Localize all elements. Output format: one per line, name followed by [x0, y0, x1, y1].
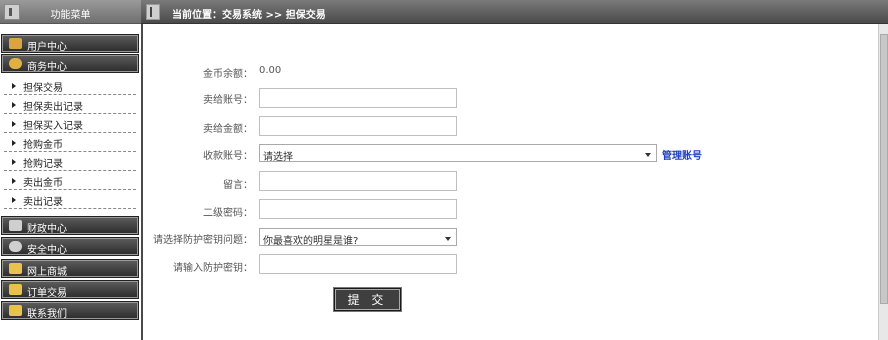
scrollbar-thumb[interactable]: [880, 34, 888, 304]
manage-account-link[interactable]: 管理账号: [662, 147, 702, 162]
sidebar-item-guarantee-sell-records[interactable]: 担保卖出记录: [4, 95, 136, 114]
sidebar-category-business-center[interactable]: 商务中心: [2, 55, 138, 73]
second-password-input[interactable]: [259, 199, 457, 219]
sidebar-category-contact-us[interactable]: 联系我们: [2, 302, 138, 320]
sidebar-category-order-trade[interactable]: 订单交易: [2, 281, 138, 299]
sidebar-item-sell-coins[interactable]: 卖出金币: [4, 171, 136, 190]
sell-account-label: 卖给账号：: [203, 95, 253, 106]
sidebar-item-label: 担保买入记录: [23, 121, 83, 132]
security-question-selected: 你最喜欢的明星是谁?: [263, 236, 359, 247]
security-question-select[interactable]: 你最喜欢的明星是谁?: [259, 228, 457, 247]
sidebar-item-label: 抢购金币: [23, 140, 63, 151]
arrow-right-icon: [12, 178, 16, 184]
breadcrumb: 当前位置：交易系统 >> 担保交易: [172, 10, 326, 21]
sidebar-item-guarantee-trade[interactable]: 担保交易: [4, 76, 136, 95]
sidebar-category-label: 联系我们: [27, 309, 67, 320]
folder-icon: [9, 305, 22, 316]
sidebar-item-rush-buy-records[interactable]: 抢购记录: [4, 152, 136, 171]
sidebar-category-finance-center[interactable]: 财政中心: [2, 217, 138, 235]
sidebar-category-security-center[interactable]: 安全中心: [2, 238, 138, 256]
sidebar-header: 功能菜单: [0, 0, 141, 24]
arrow-right-icon: [12, 140, 16, 146]
folder-icon: [9, 284, 22, 295]
security-answer-label: 请输入防护密钥：: [173, 263, 253, 274]
sidebar-item-label: 担保交易: [23, 83, 63, 94]
sidebar-item-sell-records[interactable]: 卖出记录: [4, 190, 136, 209]
dropdown-caret-icon: [645, 153, 651, 157]
sidebar-category-label: 财政中心: [27, 224, 67, 235]
dropdown-caret-icon: [445, 237, 451, 241]
sidebar-item-label: 卖出金币: [23, 178, 63, 189]
sidebar-category-label: 网上商城: [27, 267, 67, 278]
security-icon: [9, 241, 22, 252]
sell-account-input[interactable]: [259, 88, 457, 108]
business-icon: [9, 58, 22, 69]
security-question-label: 请选择防护密钥问题：: [153, 235, 253, 246]
sidebar-category-label: 商务中心: [27, 62, 67, 73]
balance-value: 0.00: [259, 65, 282, 76]
security-answer-input[interactable]: [259, 254, 457, 274]
second-password-label: 二级密码：: [203, 208, 253, 219]
sidebar-category-label: 订单交易: [27, 288, 67, 299]
arrow-right-icon: [12, 159, 16, 165]
arrow-right-icon: [12, 102, 16, 108]
sidebar-category-user-center[interactable]: 用户中心: [2, 35, 138, 53]
vertical-scrollbar[interactable]: [878, 24, 888, 340]
location-icon: [146, 4, 160, 20]
receive-account-select[interactable]: 请选择: [259, 144, 657, 163]
sidebar-item-label: 抢购记录: [23, 159, 63, 170]
sell-amount-label: 卖给金额：: [203, 124, 253, 135]
sell-amount-input[interactable]: [259, 116, 457, 136]
finance-icon: [9, 220, 22, 231]
sidebar-item-label: 担保卖出记录: [23, 102, 83, 113]
top-bar: 当前位置：交易系统 >> 担保交易: [141, 0, 888, 24]
sidebar-category-label: 用户中心: [27, 42, 67, 53]
balance-label: 金币余额：: [203, 69, 253, 80]
arrow-right-icon: [12, 197, 16, 203]
user-folder-icon: [9, 38, 22, 49]
message-label: 留言：: [223, 180, 253, 191]
sidebar-item-guarantee-buy-records[interactable]: 担保买入记录: [4, 114, 136, 133]
submit-button[interactable]: 提 交: [334, 288, 401, 311]
arrow-right-icon: [12, 121, 16, 127]
guarantee-trade-form: 金币余额： 0.00 卖给账号： 卖给金额： 收款账号： 请选择 管理账号 留言…: [143, 24, 878, 340]
sidebar-item-rush-buy-coins[interactable]: 抢购金币: [4, 133, 136, 152]
sidebar-item-label: 卖出记录: [23, 197, 63, 208]
sidebar-category-label: 安全中心: [27, 245, 67, 256]
arrow-right-icon: [12, 83, 16, 89]
sidebar-title: 功能菜单: [50, 10, 91, 21]
receive-account-label: 收款账号：: [203, 151, 253, 162]
sidebar-category-online-mall[interactable]: 网上商城: [2, 260, 138, 278]
sidebar: 功能菜单 用户中心 商务中心 担保交易 担保卖出记录 担保买入记录 抢购金币 抢…: [0, 0, 141, 340]
folder-icon: [9, 263, 22, 274]
message-input[interactable]: [259, 171, 457, 191]
receive-account-selected: 请选择: [263, 152, 293, 163]
